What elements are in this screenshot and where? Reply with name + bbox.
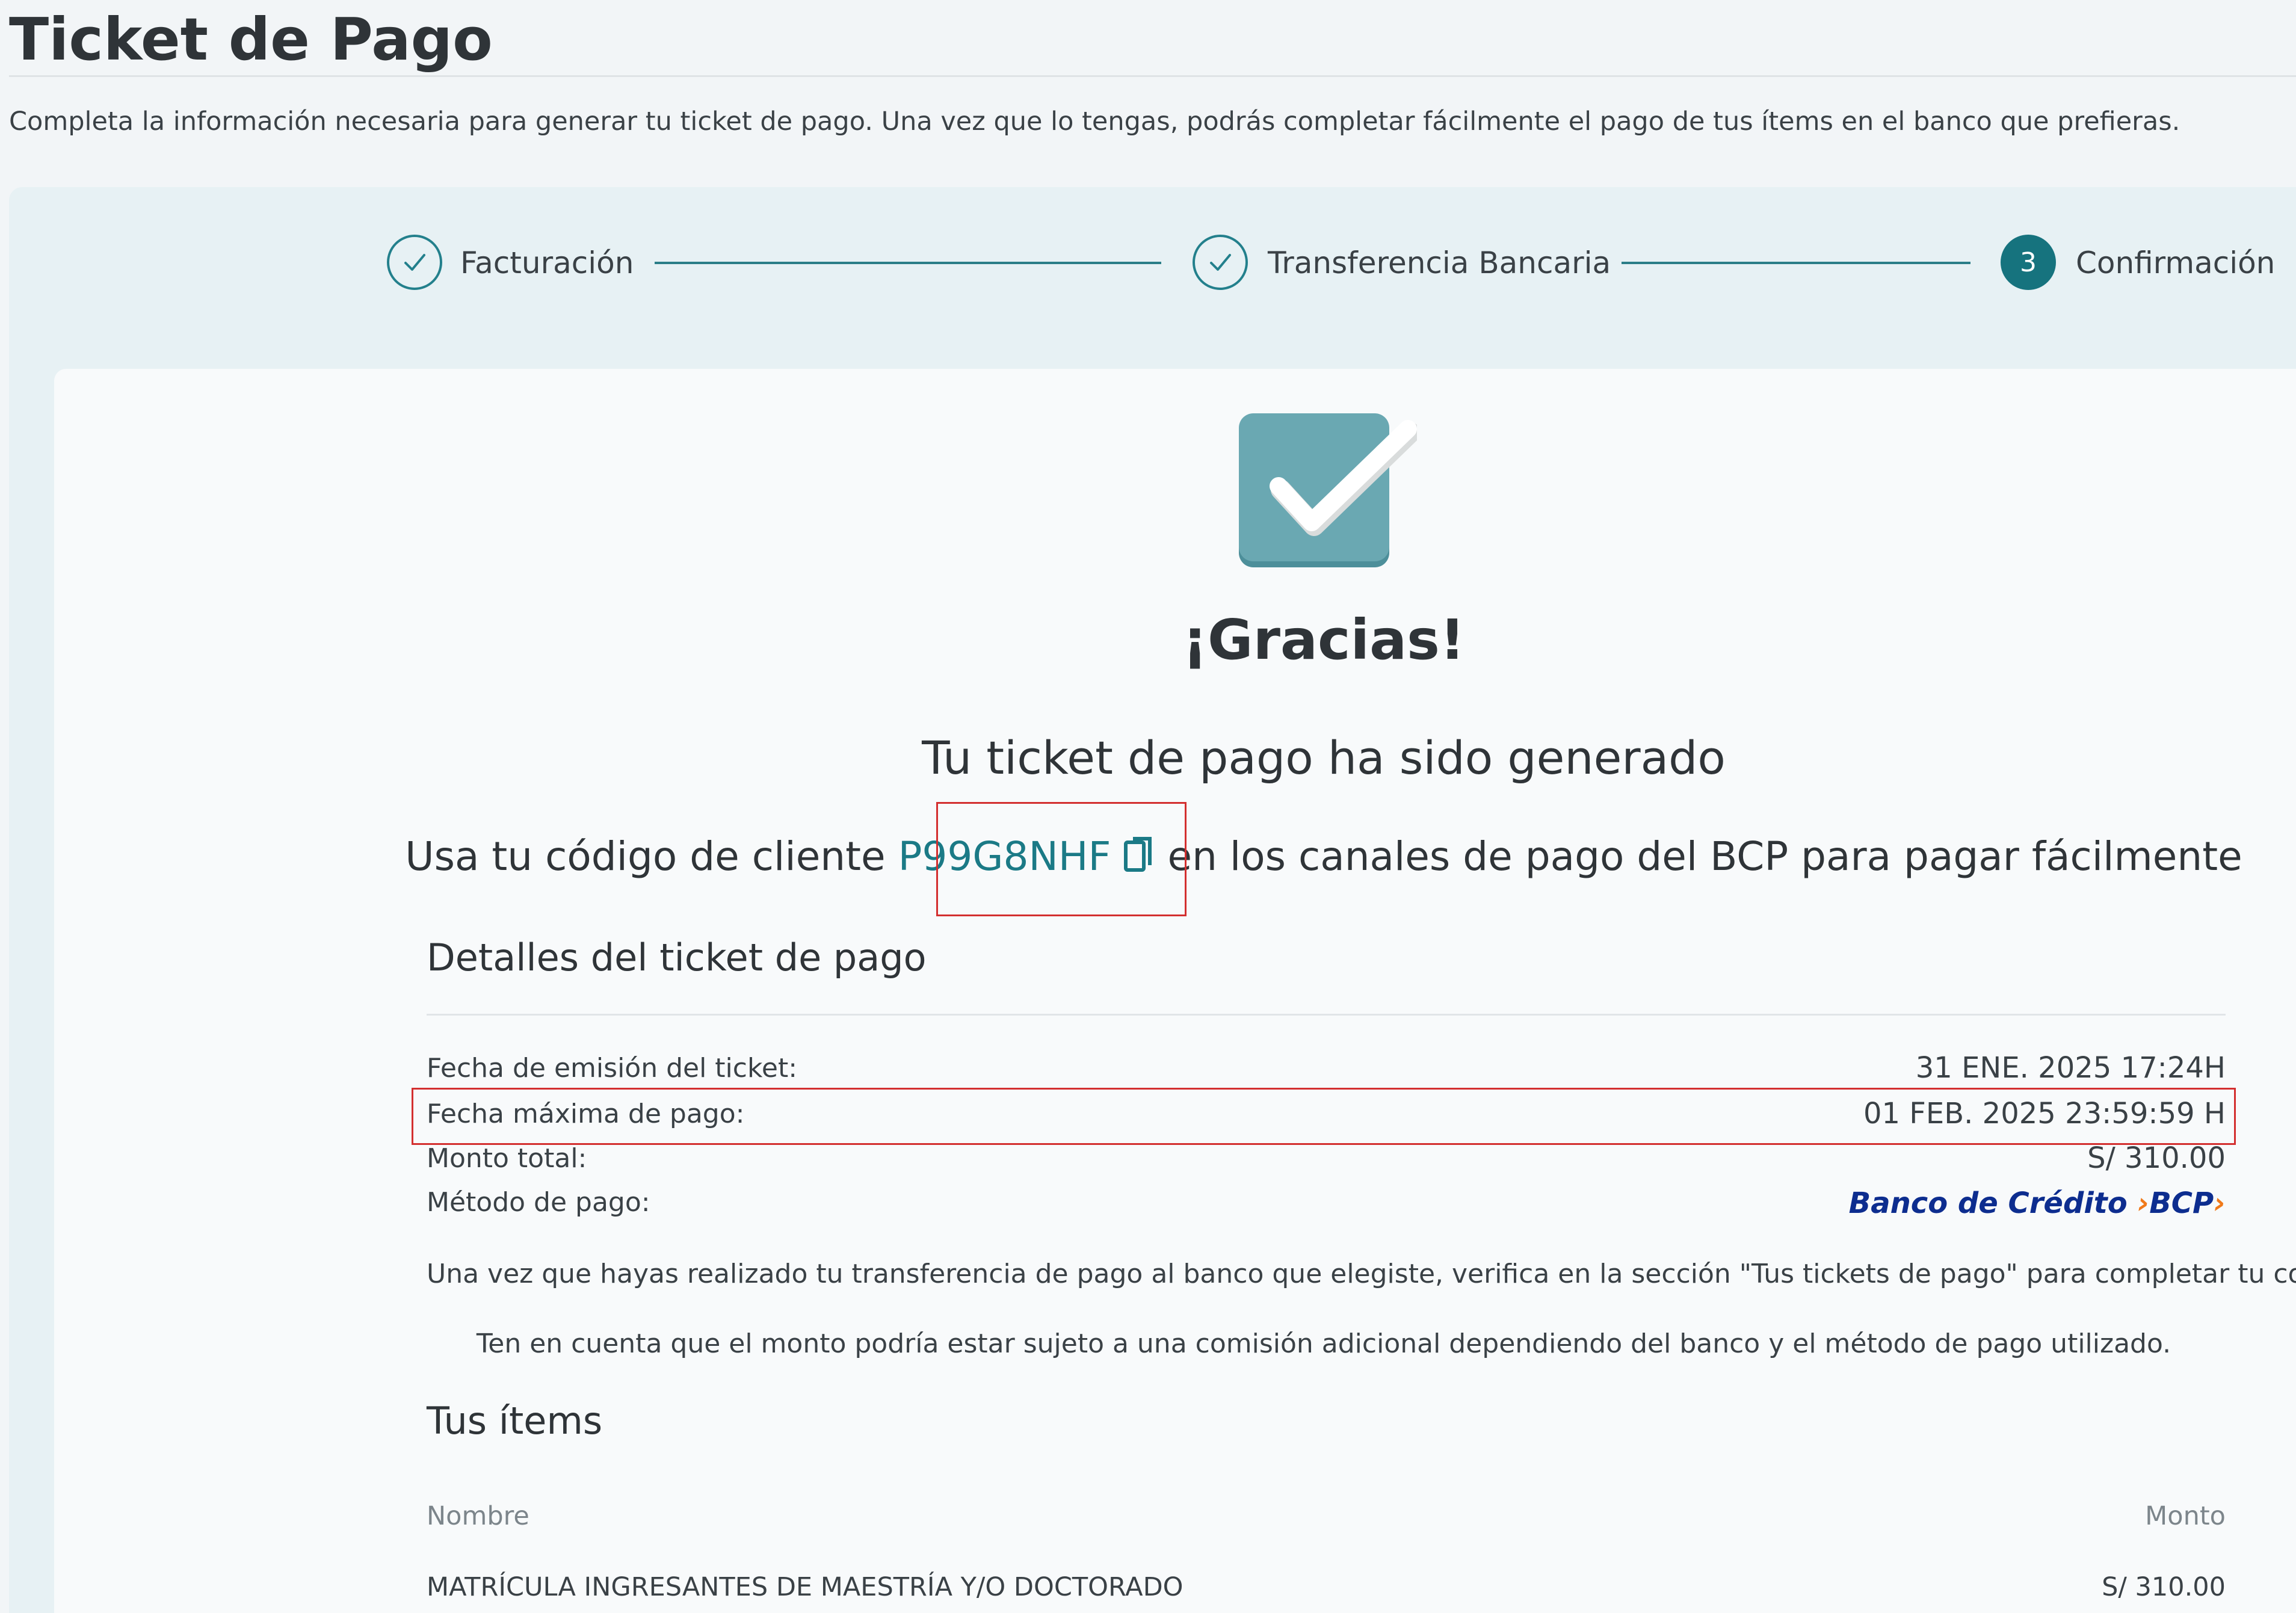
total-amount-value: S/ 310.00 <box>2087 1141 2226 1175</box>
step-1-check-icon <box>387 235 442 290</box>
step-3-label: Confirmación <box>2076 245 2276 280</box>
page-title: Ticket de Pago <box>9 5 493 73</box>
bcp-bank-logo: Banco de Crédito ›BCP› <box>1848 1186 2226 1220</box>
page-intro: Completa la información necesaria para g… <box>9 106 2180 137</box>
client-code-suffix: en los canales de pago del BCP para paga… <box>1167 833 2242 880</box>
client-code-prefix: Usa tu código de cliente <box>405 833 886 880</box>
items-title: Tus ítems <box>427 1399 603 1443</box>
commission-note: Ten en cuenta que el monto podría estar … <box>476 1328 2171 1359</box>
column-header-name: Nombre <box>427 1501 529 1531</box>
success-check-icon <box>1236 411 1421 570</box>
item-row-name: MATRÍCULA INGRESANTES DE MAESTRÍA Y/O DO… <box>427 1572 1183 1602</box>
thanks-heading: ¡Gracias! <box>1182 608 1465 672</box>
issue-date-value: 31 ENE. 2025 17:24H <box>1915 1051 2226 1085</box>
step-2-check-icon <box>1193 235 1248 290</box>
step-connector-1 <box>655 262 1161 264</box>
confirmation-card <box>54 369 2296 1613</box>
total-amount-label: Monto total: <box>427 1143 587 1174</box>
ticket-generated-message: Tu ticket de pago ha sido generado <box>922 731 1726 785</box>
details-divider <box>427 1014 2226 1016</box>
step-2-label: Transferencia Bancaria <box>1268 245 1611 280</box>
client-code-highlight <box>936 802 1187 916</box>
step-connector-2 <box>1622 262 1970 264</box>
title-divider <box>9 75 2296 77</box>
details-title: Detalles del ticket de pago <box>427 936 927 979</box>
transfer-note: Una vez que hayas realizado tu transfere… <box>427 1259 2296 1289</box>
column-header-amount: Monto <box>2145 1501 2226 1531</box>
issue-date-label: Fecha de emisión del ticket: <box>427 1053 798 1084</box>
step-1-label: Facturación <box>460 245 634 280</box>
item-row-amount: S/ 310.00 <box>2102 1572 2226 1602</box>
payment-method-label: Método de pago: <box>427 1187 650 1218</box>
step-3-number: 3 <box>2001 235 2056 290</box>
due-date-highlight <box>412 1088 2236 1145</box>
